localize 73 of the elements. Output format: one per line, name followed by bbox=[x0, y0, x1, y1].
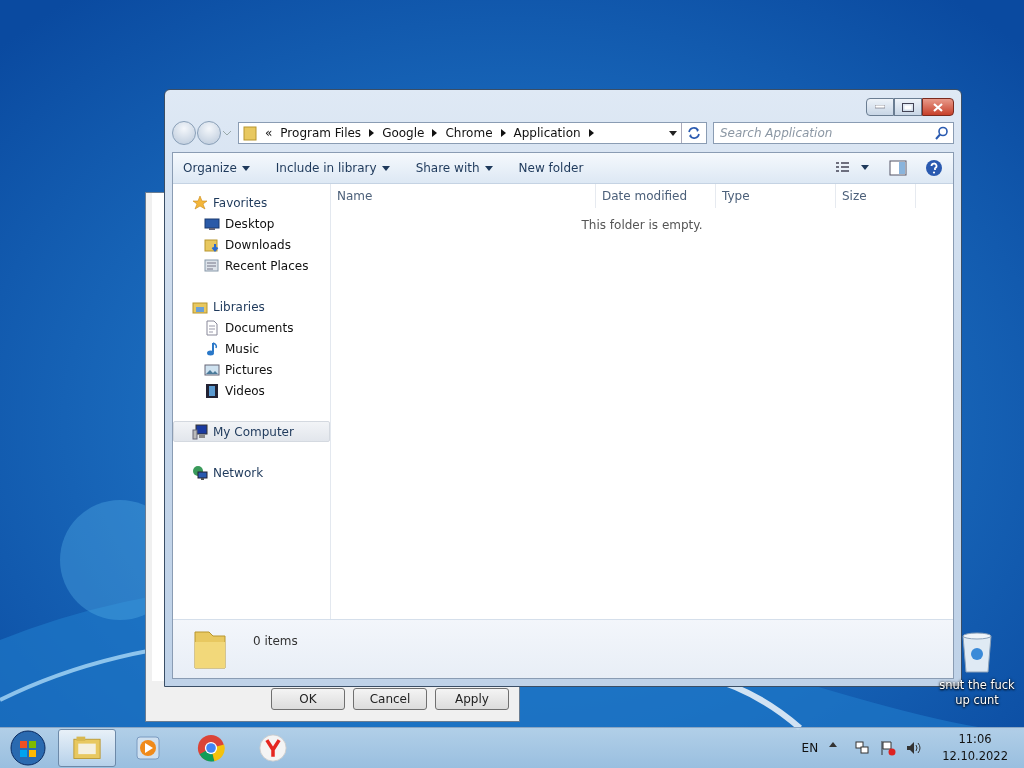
document-icon bbox=[204, 319, 220, 336]
toolbar-button[interactable]: Organize bbox=[183, 161, 250, 175]
close-icon bbox=[933, 102, 943, 112]
empty-folder-message: This folder is empty. bbox=[581, 218, 703, 232]
yandex-browser-icon bbox=[259, 734, 287, 762]
search-field[interactable]: Search Application bbox=[713, 122, 954, 144]
column-header[interactable]: Date modified bbox=[596, 184, 716, 208]
breadcrumb-overflow[interactable]: « bbox=[265, 126, 273, 140]
breadcrumb-item[interactable]: Google bbox=[382, 126, 425, 140]
desktop-icon bbox=[204, 215, 220, 232]
network-icon[interactable] bbox=[854, 740, 871, 756]
view-options-icon[interactable] bbox=[835, 161, 871, 175]
chevron-icon[interactable] bbox=[500, 129, 506, 137]
nav-item[interactable]: Pictures bbox=[173, 359, 330, 380]
dialog-button[interactable]: Cancel bbox=[353, 688, 427, 710]
address-bar[interactable]: « Program Files Google Chrome Application bbox=[238, 122, 707, 144]
music-icon bbox=[204, 340, 220, 357]
toolbar-button[interactable]: Include in library bbox=[275, 161, 390, 175]
nav-item[interactable]: Network bbox=[173, 462, 330, 483]
nav-item[interactable]: Music bbox=[173, 338, 330, 359]
chevron-icon[interactable] bbox=[432, 129, 438, 137]
column-header[interactable]: Name bbox=[331, 184, 596, 208]
language-indicator[interactable]: EN bbox=[801, 741, 819, 755]
nav-item[interactable]: Downloads bbox=[173, 234, 330, 255]
dropdown-icon bbox=[241, 165, 250, 171]
maximize-button[interactable] bbox=[894, 98, 922, 116]
folder-icon bbox=[243, 125, 257, 141]
toolbar-button[interactable]: New folder bbox=[518, 161, 584, 175]
breadcrumb-item[interactable]: Chrome bbox=[445, 126, 493, 140]
start-button[interactable] bbox=[8, 728, 48, 768]
nav-item[interactable]: My Computer bbox=[173, 421, 330, 442]
network-icon bbox=[192, 464, 208, 481]
desktop-icon-label[interactable]: snut the fuck up cunt bbox=[934, 678, 1020, 708]
minimize-button[interactable] bbox=[866, 98, 894, 116]
star-icon bbox=[192, 194, 208, 211]
folder-icon bbox=[73, 734, 101, 762]
chrome-icon bbox=[197, 734, 225, 762]
nav-item[interactable]: Libraries bbox=[173, 296, 330, 317]
nav-item[interactable]: Favorites bbox=[173, 192, 330, 213]
dialog-button[interactable]: OK bbox=[271, 688, 345, 710]
clock[interactable]: 11:06 12.10.2022 bbox=[942, 731, 1008, 765]
pictures-icon bbox=[204, 361, 220, 378]
flag-icon[interactable] bbox=[880, 740, 897, 756]
column-header[interactable]: Size bbox=[836, 184, 916, 208]
dropdown-icon bbox=[484, 165, 493, 171]
media-player-icon bbox=[135, 734, 163, 762]
close-button[interactable] bbox=[922, 98, 954, 116]
help-icon[interactable] bbox=[925, 159, 943, 177]
speaker-icon[interactable] bbox=[906, 740, 923, 756]
videos-icon bbox=[204, 382, 220, 399]
preview-pane-icon[interactable] bbox=[889, 160, 907, 176]
maximize-icon bbox=[902, 102, 914, 112]
chevron-icon[interactable] bbox=[588, 129, 594, 137]
item-count: 0 items bbox=[253, 634, 298, 648]
nav-item[interactable]: Videos bbox=[173, 380, 330, 401]
toolbar-button[interactable]: Share with bbox=[415, 161, 493, 175]
dropdown-icon[interactable] bbox=[669, 130, 677, 136]
breadcrumb-item[interactable]: Program Files bbox=[280, 126, 362, 140]
taskbar-button[interactable] bbox=[58, 729, 116, 767]
computer-icon bbox=[192, 423, 208, 440]
minimize-icon bbox=[875, 105, 885, 109]
refresh-icon bbox=[686, 126, 702, 140]
recycle-bin-icon[interactable] bbox=[960, 630, 994, 674]
column-header[interactable]: Type bbox=[716, 184, 836, 208]
nav-item[interactable]: Documents bbox=[173, 317, 330, 338]
dropdown-icon bbox=[381, 165, 390, 171]
search-icon[interactable] bbox=[935, 126, 949, 140]
chevron-icon[interactable] bbox=[369, 129, 375, 137]
downloads-icon bbox=[204, 236, 220, 253]
nav-item[interactable]: Recent Places bbox=[173, 255, 330, 276]
nav-item[interactable]: Desktop bbox=[173, 213, 330, 234]
dialog-button[interactable]: Apply bbox=[435, 688, 509, 710]
breadcrumb-item[interactable]: Application bbox=[513, 126, 581, 140]
